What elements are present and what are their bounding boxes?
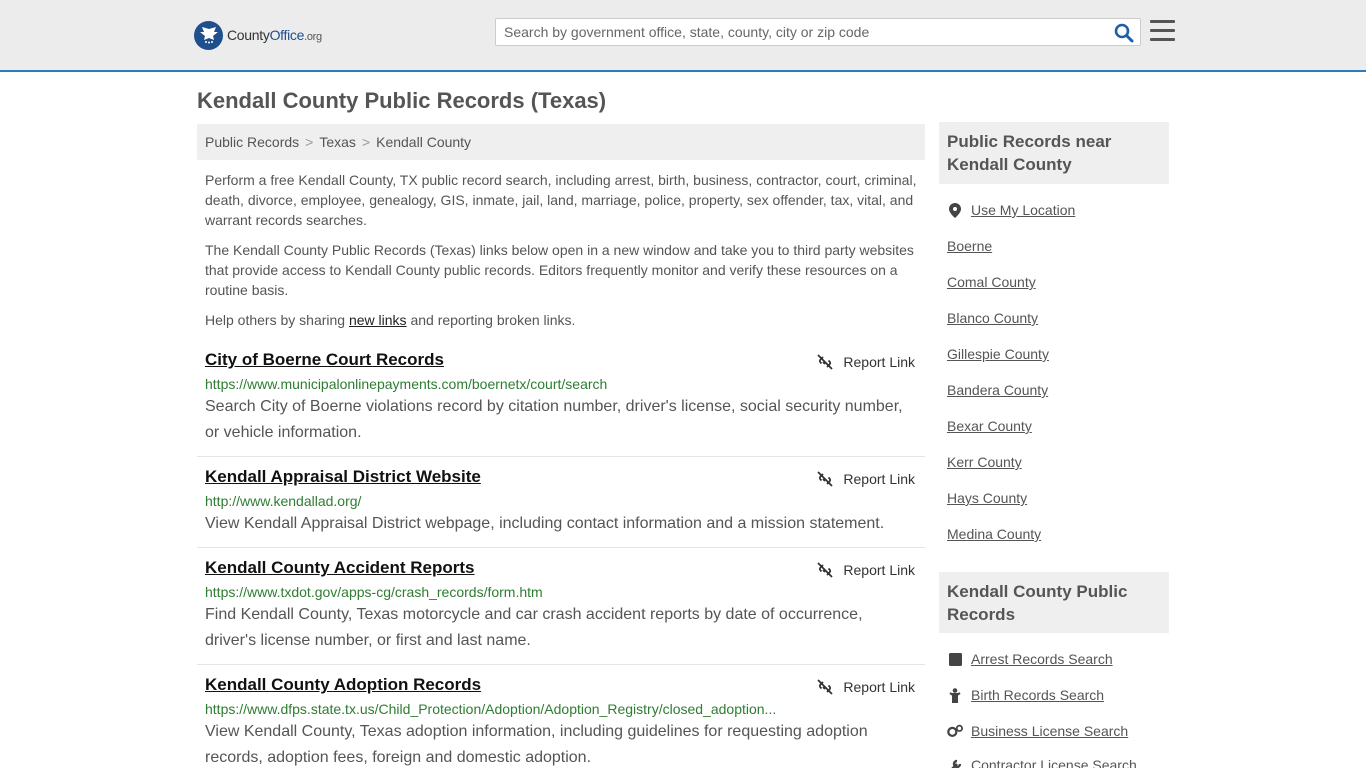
- site-logo[interactable]: CountyOffice.org: [194, 20, 322, 50]
- tools-icon: [947, 757, 963, 768]
- site-header: CountyOffice.org: [0, 0, 1366, 72]
- broken-link-icon: [817, 471, 834, 487]
- sidebar-near-link[interactable]: Blanco County: [947, 310, 1038, 326]
- sidebar-near-link[interactable]: Kerr County: [947, 454, 1022, 470]
- record-url: http://www.kendallad.org/: [205, 493, 362, 509]
- map-pin-icon: [947, 202, 963, 218]
- square-icon: [947, 651, 963, 667]
- record-description: View Kendall County, Texas adoption info…: [205, 723, 868, 766]
- baby-icon: [947, 687, 963, 703]
- record-description: Find Kendall County, Texas motorcycle an…: [205, 606, 863, 649]
- sidebar-near-link[interactable]: Hays County: [947, 490, 1027, 506]
- hamburger-menu-icon[interactable]: [1150, 20, 1175, 42]
- disclaimer-paragraph: The Kendall County Public Records (Texas…: [205, 242, 914, 298]
- record-title-link[interactable]: Kendall Appraisal District Website: [205, 467, 481, 487]
- broken-link-icon: [817, 562, 834, 578]
- record-item: Kendall County Accident Reports Report L…: [197, 558, 925, 665]
- sidebar-records-heading: Kendall County Public Records: [939, 572, 1169, 633]
- record-title-link[interactable]: City of Boerne Court Records: [205, 350, 444, 370]
- help-paragraph: Help others by sharing new links and rep…: [205, 312, 576, 328]
- business-license-link[interactable]: Business License Search: [947, 723, 1128, 739]
- search-input[interactable]: [496, 19, 1096, 45]
- search-icon[interactable]: [1114, 23, 1134, 43]
- breadcrumb: Public Records > Texas > Kendall County: [197, 124, 925, 160]
- intro-paragraph: Perform a free Kendall County, TX public…: [205, 172, 917, 228]
- sidebar-near-link[interactable]: Comal County: [947, 274, 1036, 290]
- breadcrumb-texas[interactable]: Texas: [319, 134, 356, 150]
- record-url: https://www.municipalonlinepayments.com/…: [205, 376, 608, 392]
- sidebar-near-link[interactable]: Bexar County: [947, 418, 1032, 434]
- record-item: Kendall Appraisal District Website Repor…: [197, 467, 925, 548]
- record-title-link[interactable]: Kendall County Accident Reports: [205, 558, 475, 578]
- sidebar-near-link[interactable]: Bandera County: [947, 382, 1048, 398]
- contractor-license-link[interactable]: Contractor License Search: [947, 757, 1137, 768]
- sidebar-near-link[interactable]: Medina County: [947, 526, 1041, 542]
- report-link-button[interactable]: Report Link: [817, 679, 915, 695]
- eagle-seal-icon: [194, 20, 223, 50]
- gears-icon: [947, 723, 963, 739]
- search-box: [495, 18, 1141, 46]
- sidebar-near-link[interactable]: Boerne: [947, 238, 992, 254]
- arrest-records-link[interactable]: Arrest Records Search: [947, 651, 1113, 667]
- record-item: Kendall County Adoption Records Report L…: [197, 675, 925, 768]
- record-title-link[interactable]: Kendall County Adoption Records: [205, 675, 481, 695]
- record-item: City of Boerne Court Records Report Link…: [197, 350, 925, 457]
- broken-link-icon: [817, 679, 834, 695]
- record-url: https://www.txdot.gov/apps-cg/crash_reco…: [205, 584, 543, 600]
- record-url: https://www.dfps.state.tx.us/Child_Prote…: [205, 701, 777, 717]
- breadcrumb-public-records[interactable]: Public Records: [205, 134, 299, 150]
- sidebar-near-heading: Public Records near Kendall County: [939, 122, 1169, 184]
- broken-link-icon: [817, 354, 834, 370]
- use-my-location-link[interactable]: Use My Location: [947, 202, 1075, 218]
- new-links-link[interactable]: new links: [349, 312, 407, 328]
- page-title: Kendall County Public Records (Texas): [197, 88, 607, 113]
- report-link-button[interactable]: Report Link: [817, 562, 915, 578]
- birth-records-link[interactable]: Birth Records Search: [947, 687, 1104, 703]
- report-link-button[interactable]: Report Link: [817, 354, 915, 370]
- logo-text: CountyOffice.org: [227, 27, 322, 43]
- record-description: View Kendall Appraisal District webpage,…: [205, 515, 885, 532]
- sidebar-near-link[interactable]: Gillespie County: [947, 346, 1049, 362]
- record-description: Search City of Boerne violations record …: [205, 398, 903, 441]
- breadcrumb-kendall-county: Kendall County: [376, 134, 472, 150]
- report-link-button[interactable]: Report Link: [817, 471, 915, 487]
